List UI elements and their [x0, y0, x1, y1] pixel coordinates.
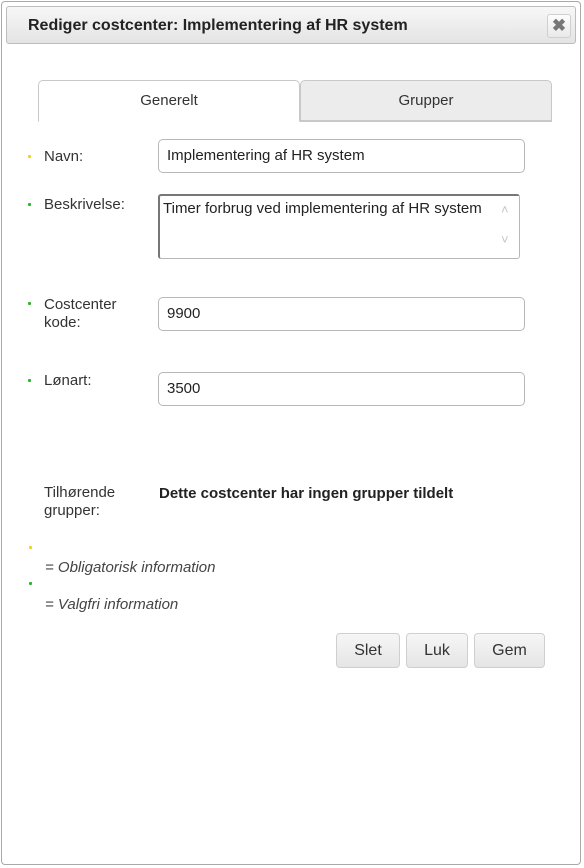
groups-value: Dette costcenter har ingen grupper tilde…: [159, 485, 454, 502]
wage-type-input[interactable]: 3500: [158, 372, 525, 406]
dialog-title: Rediger costcenter: Implementering af HR…: [28, 17, 408, 34]
chevron-down-icon[interactable]: ˅: [501, 232, 509, 247]
delete-button[interactable]: Slet: [336, 633, 400, 668]
costcenter-code-label: Costcenter kode:: [44, 296, 117, 331]
name-label: Navn:: [44, 148, 84, 165]
close-button[interactable]: Luk: [406, 633, 468, 668]
chevron-up-icon[interactable]: ˄: [501, 202, 509, 217]
description-scrollbar[interactable]: ˄ ˅: [497, 196, 519, 257]
required-indicator: [28, 155, 31, 158]
optional-indicator: [29, 582, 32, 585]
edit-costcenter-dialog: Rediger costcenter: Implementering af HR…: [1, 1, 581, 865]
dialog-titlebar: Rediger costcenter: Implementering af HR…: [6, 6, 576, 44]
legend-optional: = Valgfri information: [45, 596, 179, 613]
tab-bar: Generelt Grupper: [38, 80, 552, 122]
close-icon[interactable]: ✖: [547, 14, 571, 38]
wage-type-label: Lønart:: [44, 372, 92, 389]
tab-general[interactable]: Generelt: [38, 80, 300, 122]
save-button[interactable]: Gem: [474, 633, 545, 668]
groups-label: Tilhørende grupper:: [44, 484, 116, 519]
optional-indicator: [28, 203, 31, 206]
optional-indicator: [28, 379, 31, 382]
costcenter-code-input[interactable]: 9900: [158, 297, 525, 331]
legend-required: = Obligatorisk information: [45, 559, 216, 576]
optional-indicator: [28, 302, 31, 305]
description-text: Timer forbrug ved implementering af HR s…: [163, 200, 482, 217]
description-textarea[interactable]: Timer forbrug ved implementering af HR s…: [158, 194, 520, 259]
name-input[interactable]: Implementering af HR system: [158, 139, 525, 173]
required-indicator: [29, 546, 32, 549]
description-label: Beskrivelse:: [44, 196, 125, 213]
tab-groups[interactable]: Grupper: [300, 80, 552, 121]
